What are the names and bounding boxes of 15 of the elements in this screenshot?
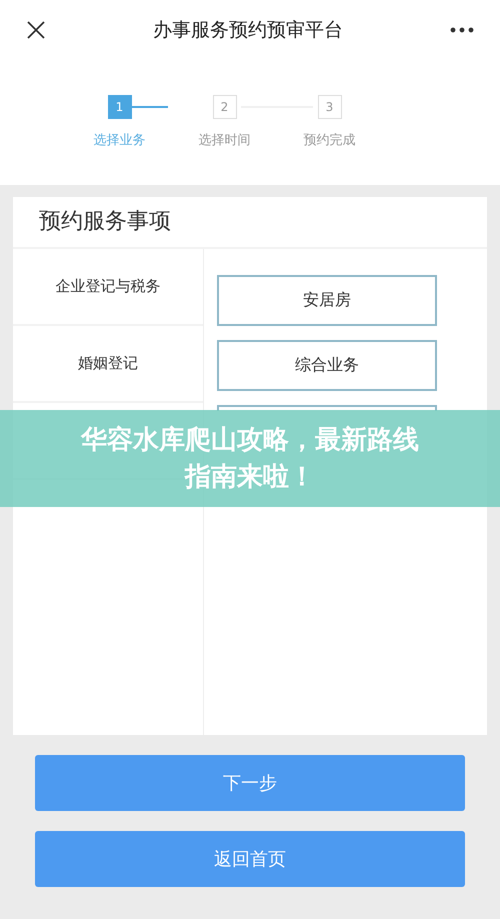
banner-text: 华容水库爬山攻略，最新路线指南来啦！ [80,424,420,494]
more-icon[interactable] [450,27,474,33]
step-number: 1 [108,95,132,119]
service-option[interactable]: 安居房 [217,275,437,326]
service-option[interactable]: 综合业务 [217,340,437,391]
page-title: 办事服务预约预审平台 [152,18,344,43]
close-icon[interactable] [26,20,46,40]
card-title: 预约服务事项 [13,197,487,249]
category-item[interactable]: 企业登记与税务 [13,249,203,326]
step-label: 预约完成 [304,132,356,149]
category-item[interactable]: 婚姻登记 [13,326,203,403]
step-number: 2 [212,95,236,119]
step-label: 选择时间 [198,132,250,149]
step-label: 选择业务 [94,132,146,149]
step-number: 3 [318,95,342,119]
